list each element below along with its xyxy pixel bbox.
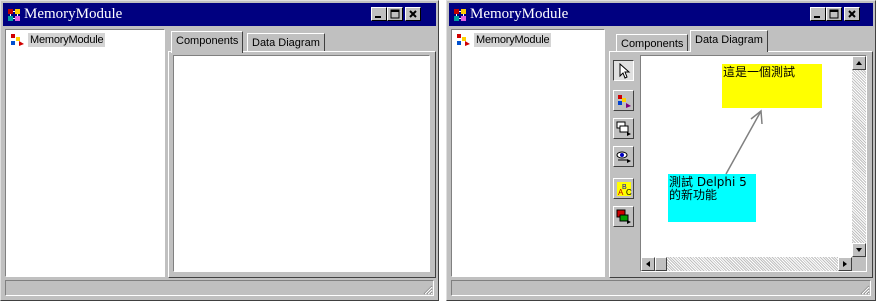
- module-tree-view[interactable]: MemoryModule: [5, 29, 165, 277]
- chevron-left-icon: [646, 261, 650, 267]
- module-app-icon: [454, 9, 466, 21]
- diagram-canvas[interactable]: 這是一個測試 測試 Delphi 5 的新功能: [640, 55, 867, 272]
- tab-label: Data Diagram: [695, 34, 763, 46]
- scroll-left-button[interactable]: [641, 257, 655, 271]
- chevron-up-icon: [856, 61, 862, 65]
- property-link-icon: [618, 95, 631, 108]
- resize-grip-icon[interactable]: [421, 283, 433, 295]
- master-detail-icon: [616, 121, 631, 136]
- memory-module-window-right: MemoryModule MemoryModule Components Dat…: [446, 0, 876, 301]
- pointer-arrow-icon: [619, 63, 631, 79]
- data-module-icon: [457, 34, 470, 46]
- comment-allude-icon: [616, 209, 631, 224]
- close-icon: [409, 10, 417, 18]
- title-bar[interactable]: MemoryModule: [449, 3, 873, 26]
- window-title: MemoryModule: [24, 6, 123, 22]
- minimize-button[interactable]: [371, 7, 387, 21]
- chevron-down-icon: [856, 248, 862, 252]
- vertical-scrollbar[interactable]: [852, 56, 866, 257]
- lookup-icon: [616, 151, 631, 163]
- tool-comment-allude-button[interactable]: [613, 206, 634, 227]
- close-icon: [848, 10, 856, 18]
- comment-block-icon: A B C: [617, 182, 632, 197]
- data-diagram-tab-page: A B C 這是一個測試 測試 Delphi 5 的新功能: [609, 51, 873, 278]
- tab-data-diagram[interactable]: Data Diagram: [247, 33, 325, 53]
- module-app-icon: [8, 9, 20, 21]
- scroll-down-button[interactable]: [852, 243, 866, 257]
- tab-label: Data Diagram: [252, 37, 320, 49]
- resize-grip-icon[interactable]: [858, 283, 870, 295]
- status-bar: [451, 280, 871, 296]
- minimize-icon: [814, 16, 820, 18]
- module-tree-view[interactable]: MemoryModule: [451, 29, 605, 277]
- tab-label: Components: [176, 35, 239, 47]
- close-button[interactable]: [844, 7, 860, 21]
- tab-data-diagram[interactable]: Data Diagram: [690, 30, 768, 52]
- memory-module-window-left: MemoryModule MemoryModule Components Dat…: [0, 0, 439, 301]
- status-bar: [5, 280, 434, 296]
- maximize-icon: [829, 9, 839, 19]
- tool-property-button[interactable]: [613, 90, 634, 111]
- close-button[interactable]: [405, 7, 421, 21]
- components-tab-page: [168, 51, 436, 278]
- minimize-icon: [375, 16, 381, 18]
- tab-label: Components: [621, 38, 684, 50]
- components-view[interactable]: [173, 55, 430, 272]
- tool-master-detail-button[interactable]: [613, 118, 634, 139]
- tool-lookup-button[interactable]: [613, 146, 634, 167]
- tree-item-label: MemoryModule: [474, 33, 552, 47]
- minimize-button[interactable]: [810, 7, 826, 21]
- tab-components[interactable]: Components: [171, 31, 244, 53]
- comment-allude-connector[interactable]: [641, 56, 849, 256]
- tree-item-label: MemoryModule: [28, 33, 106, 47]
- title-bar[interactable]: MemoryModule: [3, 3, 436, 26]
- window-title: MemoryModule: [470, 6, 569, 22]
- scroll-up-button[interactable]: [852, 56, 866, 70]
- maximize-icon: [390, 9, 400, 19]
- horizontal-scrollbar[interactable]: [641, 257, 852, 271]
- scroll-thumb[interactable]: [655, 257, 667, 271]
- maximize-button[interactable]: [826, 7, 842, 21]
- svg-text:C: C: [626, 188, 632, 197]
- maximize-button[interactable]: [387, 7, 403, 21]
- chevron-right-icon: [843, 261, 847, 267]
- data-module-icon: [11, 34, 24, 46]
- tool-pointer-button[interactable]: [613, 60, 634, 81]
- scrollbar-corner: [852, 257, 866, 271]
- scroll-right-button[interactable]: [838, 257, 852, 271]
- tool-comment-block-button[interactable]: A B C: [613, 178, 634, 199]
